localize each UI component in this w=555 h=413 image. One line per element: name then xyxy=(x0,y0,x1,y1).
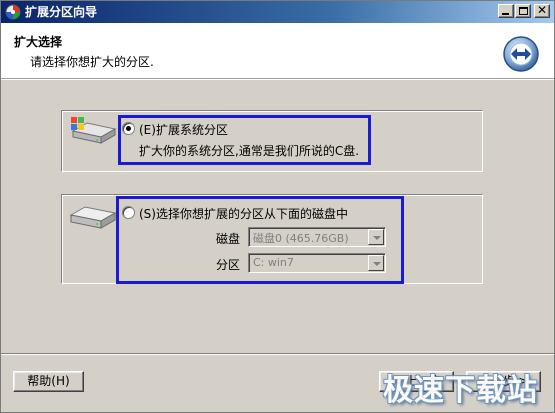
app-icon xyxy=(5,4,21,20)
extend-system-label[interactable]: (E)扩展系统分区 xyxy=(139,121,228,138)
chevron-down-icon xyxy=(373,262,381,266)
close-button[interactable]: ✕ xyxy=(534,3,550,18)
disk-label: 磁盘 xyxy=(216,232,241,246)
minimize-icon xyxy=(502,13,509,15)
page-title: 扩大选择 xyxy=(14,35,63,49)
header-divider xyxy=(1,79,554,80)
select-partition-label[interactable]: (S)选择你想扩展的分区从下面的磁盘中 xyxy=(139,205,348,222)
wizard-window: 扩展分区向导 ✕ 扩大选择 请选择你想扩大的分区. (E)扩展系统分区 扩大你的… xyxy=(0,0,555,413)
footer-divider-highlight xyxy=(1,354,554,355)
help-button[interactable]: 帮助(H) xyxy=(13,371,84,392)
disk-select[interactable]: 磁盘0 (465.76GB) xyxy=(248,227,386,247)
disk-dropdown-button[interactable] xyxy=(368,229,384,245)
back-forward-arrows-icon xyxy=(503,36,539,72)
extend-system-radio[interactable] xyxy=(122,122,135,135)
system-drive-icon xyxy=(71,117,117,144)
maximize-button[interactable] xyxy=(515,4,531,18)
close-icon: ✕ xyxy=(537,3,548,17)
extend-system-description: 扩大你的系统分区,通常是我们所说的C盘. xyxy=(139,144,360,158)
select-partition-radio[interactable] xyxy=(122,206,135,219)
partition-select-value: C: win7 xyxy=(253,256,294,269)
wizard-header: 扩大选择 请选择你想扩大的分区. xyxy=(1,23,554,79)
page-subtitle: 请选择你想扩大的分区. xyxy=(30,55,154,69)
partition-select[interactable]: C: win7 xyxy=(248,253,386,273)
partition-label: 分区 xyxy=(216,258,241,272)
title-bar[interactable]: 扩展分区向导 ✕ xyxy=(1,1,554,23)
chevron-down-icon xyxy=(373,236,381,240)
radio-selected-dot xyxy=(126,126,131,131)
site-watermark: 极速下载站 xyxy=(383,373,538,408)
maximize-icon xyxy=(519,7,528,15)
window-title: 扩展分区向导 xyxy=(25,5,98,19)
minimize-button[interactable] xyxy=(498,4,514,18)
disk-drive-icon xyxy=(69,206,117,229)
partition-dropdown-button[interactable] xyxy=(368,255,384,271)
disk-select-value: 磁盘0 (465.76GB) xyxy=(253,232,349,245)
